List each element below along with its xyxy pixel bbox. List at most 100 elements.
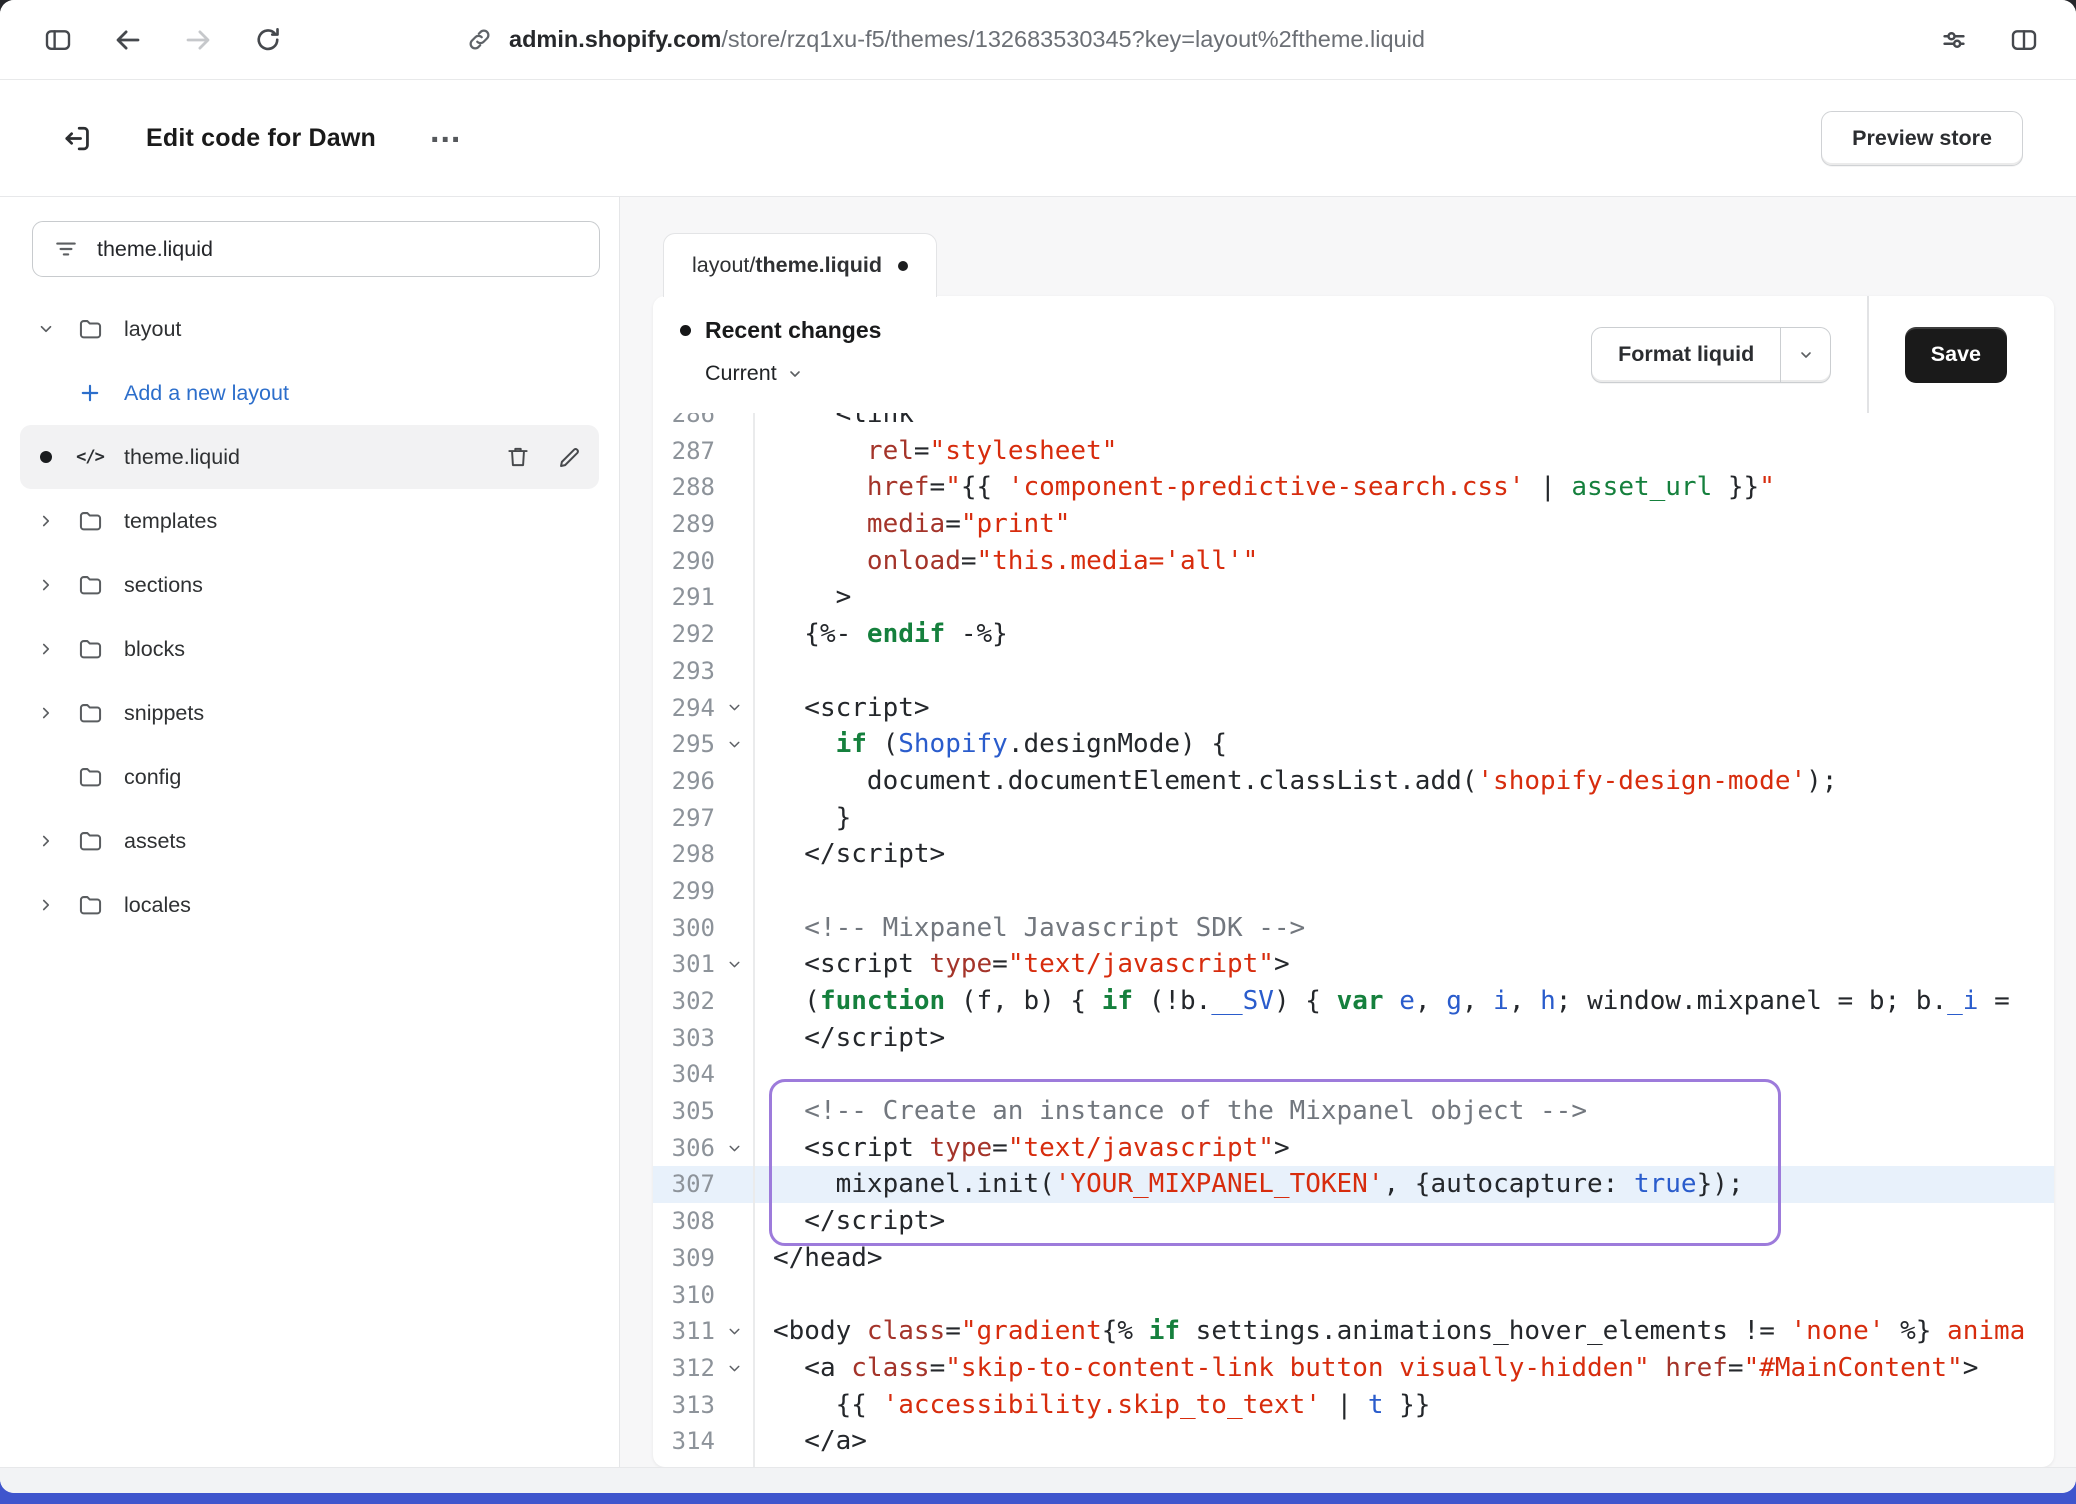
save-button[interactable]: Save — [1905, 327, 2007, 383]
unsaved-dot — [898, 261, 908, 271]
line-number: 304 — [653, 1056, 715, 1093]
file-search-box[interactable] — [32, 221, 600, 277]
code-line-311[interactable]: 311 <body class="gradient{% if settings.a… — [653, 1313, 2054, 1350]
line-number: 293 — [653, 653, 715, 690]
action-label: Add a new layout — [124, 381, 289, 406]
code-line-294[interactable]: 294 <script> — [653, 690, 2054, 727]
code-line-291[interactable]: 291 > — [653, 579, 2054, 616]
sidebar-item-layout[interactable]: layout — [20, 297, 599, 361]
browser-topbar: admin.shopify.com/store/rzq1xu-f5/themes… — [0, 0, 2076, 80]
code-line-299[interactable]: 299 — [653, 873, 2054, 910]
page-actions-icon[interactable] — [1932, 18, 1976, 62]
forward-icon[interactable] — [176, 18, 220, 62]
file-sidebar: layout Add a new layout </> theme.liquid tem… — [0, 197, 620, 1467]
code-line-288[interactable]: 288 href="{{ 'component-predictive-searc… — [653, 469, 2054, 506]
sidebar-item-blocks[interactable]: blocks — [20, 617, 599, 681]
code-line-309[interactable]: 309</head> — [653, 1240, 2054, 1277]
sidebar-toggle-icon[interactable] — [36, 18, 80, 62]
trash-icon[interactable] — [505, 444, 531, 470]
plus-icon — [72, 381, 108, 405]
overflow-menu-icon[interactable]: ... — [430, 123, 461, 154]
code-text: </script> — [753, 1203, 945, 1240]
split-view-icon[interactable] — [2002, 18, 2046, 62]
exit-icon[interactable] — [56, 116, 100, 160]
code-line-287[interactable]: 287 rel="stylesheet" — [653, 433, 2054, 470]
code-line-301[interactable]: 301 <script type="text/javascript"> — [653, 946, 2054, 983]
code-text: </script> — [753, 836, 945, 873]
fold-chevron-icon[interactable] — [715, 946, 753, 983]
code-line-296[interactable]: 296 document.documentElement.classList.a… — [653, 763, 2054, 800]
fold-chevron-icon[interactable] — [715, 1350, 753, 1387]
sidebar-item-theme.liquid[interactable]: </> theme.liquid — [20, 425, 599, 489]
tab-theme-liquid[interactable]: layout/theme.liquid — [663, 233, 937, 297]
code-line-293[interactable]: 293 — [653, 653, 2054, 690]
code-area[interactable]: 286 <link287 rel="stylesheet"288 href="{… — [653, 396, 2054, 1467]
back-icon[interactable] — [106, 18, 150, 62]
line-number: 314 — [653, 1423, 715, 1460]
code-line-308[interactable]: 308 </script> — [653, 1203, 2054, 1240]
code-file-icon: </> — [72, 447, 108, 467]
sidebar-item-add-a-new-layout[interactable]: Add a new layout — [20, 361, 599, 425]
code-line-300[interactable]: 300 <!-- Mixpanel Javascript SDK --> — [653, 910, 2054, 947]
file-search-input[interactable] — [97, 237, 579, 262]
format-dropdown-chevron-icon[interactable] — [1780, 328, 1830, 382]
chevron-right-icon[interactable] — [32, 576, 60, 594]
reload-icon[interactable] — [246, 18, 290, 62]
code-line-290[interactable]: 290 onload="this.media='all'" — [653, 543, 2054, 580]
fold-chevron-icon[interactable] — [715, 726, 753, 763]
code-text: <script> — [753, 690, 930, 727]
format-liquid-button[interactable]: Format liquid — [1591, 327, 1831, 383]
fold-chevron-icon[interactable] — [715, 1313, 753, 1350]
code-text: if (Shopify.designMode) { — [753, 726, 1227, 763]
code-line-314[interactable]: 314 </a> — [653, 1423, 2054, 1460]
sidebar-item-locales[interactable]: locales — [20, 873, 599, 937]
chevron-right-icon[interactable] — [32, 832, 60, 850]
chevron-right-icon[interactable] — [32, 896, 60, 914]
app-header: Edit code for Dawn ... Preview store — [0, 80, 2076, 197]
code-line-289[interactable]: 289 media="print" — [653, 506, 2054, 543]
code-line-306[interactable]: 306 <script type="text/javascript"> — [653, 1130, 2054, 1167]
recent-changes-dot — [680, 325, 691, 336]
code-line-292[interactable]: 292 {%- endif -%} — [653, 616, 2054, 653]
file-label: theme.liquid — [124, 445, 240, 470]
sidebar-item-templates[interactable]: templates — [20, 489, 599, 553]
folder-icon — [72, 572, 108, 599]
code-line-298[interactable]: 298 </script> — [653, 836, 2054, 873]
code-text: href="{{ 'component-predictive-search.cs… — [753, 469, 1775, 506]
line-number: 311 — [653, 1313, 715, 1350]
sidebar-item-sections[interactable]: sections — [20, 553, 599, 617]
chevron-right-icon[interactable] — [32, 640, 60, 658]
code-line-303[interactable]: 303 </script> — [653, 1020, 2054, 1057]
folder-icon — [72, 700, 108, 727]
code-line-313[interactable]: 313 {{ 'accessibility.skip_to_text' | t … — [653, 1387, 2054, 1424]
code-line-310[interactable]: 310 — [653, 1277, 2054, 1314]
fold-chevron-icon[interactable] — [715, 690, 753, 727]
code-line-307[interactable]: 307 mixpanel.init('YOUR_MIXPANEL_TOKEN',… — [653, 1166, 2054, 1203]
fold-chevron-icon[interactable] — [715, 1130, 753, 1167]
chevron-down-icon[interactable] — [32, 320, 60, 338]
line-number: 305 — [653, 1093, 715, 1130]
code-line-304[interactable]: 304 — [653, 1056, 2054, 1093]
edit-icon[interactable] — [557, 444, 583, 470]
sidebar-item-config[interactable]: config — [20, 745, 599, 809]
code-text: <body class="gradient{% if settings.anim… — [753, 1313, 2025, 1350]
code-line-312[interactable]: 312 <a class="skip-to-content-link butto… — [653, 1350, 2054, 1387]
preview-store-button[interactable]: Preview store — [1821, 111, 2023, 166]
version-selector[interactable]: Current — [705, 361, 881, 386]
line-number: 308 — [653, 1203, 715, 1240]
chevron-right-icon[interactable] — [32, 704, 60, 722]
selected-file-dot — [40, 451, 52, 463]
code-line-305[interactable]: 305 <!-- Create an instance of the Mixpa… — [653, 1093, 2054, 1130]
sidebar-item-assets[interactable]: assets — [20, 809, 599, 873]
folder-label: snippets — [124, 701, 204, 726]
code-line-295[interactable]: 295 if (Shopify.designMode) { — [653, 726, 2054, 763]
chevron-right-icon[interactable] — [32, 512, 60, 530]
code-text: media="print" — [753, 506, 1070, 543]
editor-main: layout/theme.liquid Recent changes Curre… — [620, 197, 2076, 1467]
sidebar-item-snippets[interactable]: snippets — [20, 681, 599, 745]
folder-label: blocks — [124, 637, 185, 662]
page-title: Edit code for Dawn — [146, 124, 376, 153]
code-line-297[interactable]: 297 } — [653, 800, 2054, 837]
code-line-302[interactable]: 302 (function (f, b) { if (!b.__SV) { va… — [653, 983, 2054, 1020]
address-bar[interactable]: admin.shopify.com/store/rzq1xu-f5/themes… — [466, 26, 1425, 53]
